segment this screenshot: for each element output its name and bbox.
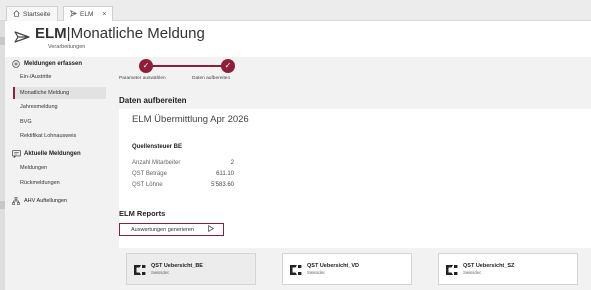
stepper: ✓ ✓ Parameter auswählen Daten aufbereite… xyxy=(106,57,591,85)
sidebar-section-erfassen[interactable]: Meldungen erfassen xyxy=(12,60,82,68)
stepper-progress-line xyxy=(145,65,227,67)
sidebar-item-ein-austritte[interactable]: Ein-/Austritte xyxy=(13,71,106,83)
row-value-qst-betraege: 611.10 xyxy=(216,171,234,177)
send-icon xyxy=(14,30,30,43)
step-1-label: Parameter auswählen xyxy=(119,76,166,81)
tab-bar: Startseite ELM × xyxy=(0,0,591,21)
section-title: Daten aufbereiten xyxy=(119,96,187,105)
sidebar-item-ahv-auftellungen[interactable]: AHV Auftellungen xyxy=(12,197,67,205)
sidebar-item-meldungen[interactable]: Meldungen xyxy=(13,162,106,174)
close-icon[interactable]: × xyxy=(102,11,106,18)
report-tile-sub: Swissdec xyxy=(151,270,170,275)
card-title: ELM Übermittlung Apr 2026 xyxy=(132,114,249,125)
send-icon xyxy=(69,9,78,19)
hierarchy-icon xyxy=(12,197,20,205)
tab-elm[interactable]: ELM × xyxy=(63,6,113,21)
card-subtitle: Quellensteuer BE xyxy=(132,144,183,150)
sidebar-item-bvg[interactable]: BVG xyxy=(13,116,106,128)
row-label-qst-loehne: QST Löhne xyxy=(132,182,163,188)
report-tile-qst-be[interactable]: QST Uebersicht_BE Swissdec xyxy=(126,253,256,285)
generate-reports-label: Auswertungen generieren xyxy=(131,226,194,233)
step-1-check-icon[interactable]: ✓ xyxy=(139,59,153,73)
sidebar-section-label: Meldungen erfassen xyxy=(24,61,83,67)
page-subtitle: Verarbeitungen xyxy=(48,44,86,50)
tab-elm-label: ELM xyxy=(80,10,94,18)
swissdec-logo-icon xyxy=(134,263,146,275)
play-icon xyxy=(208,224,215,234)
sidebar-section-aktuelle[interactable]: Aktuelle Meldungen xyxy=(12,150,81,159)
home-icon xyxy=(13,9,20,19)
message-icon xyxy=(12,150,21,159)
report-tile-name: QST Uebersicht_SZ xyxy=(463,263,515,269)
reports-title: ELM Reports xyxy=(119,209,166,218)
report-tile-name: QST Uebersicht_BE xyxy=(151,263,203,269)
generate-reports-button[interactable]: Auswertungen generieren xyxy=(119,223,224,236)
app-header: ELM|Monatliche Meldung Verarbeitungen xyxy=(5,21,591,57)
tab-startseite[interactable]: Startseite xyxy=(6,6,58,21)
sidebar: Meldungen erfassen Ein-/Austritte Monatl… xyxy=(5,57,106,290)
report-tile-sub: Swissdec xyxy=(307,270,326,275)
report-tile-qst-sz[interactable]: QST Uebersicht_SZ Swissdec xyxy=(438,253,578,285)
sidebar-item-jahresmeldung[interactable]: Jahresmeldung xyxy=(13,101,106,113)
plus-circle-icon xyxy=(12,60,20,68)
page-title-bold: ELM xyxy=(35,25,67,42)
row-label-qst-betraege: QST Beträge xyxy=(132,171,167,177)
row-value-qst-loehne: 5'583.60 xyxy=(211,182,234,188)
sidebar-item-monatliche-meldung[interactable]: Monatliche Meldung xyxy=(13,87,106,99)
page-title-rest: Monatliche Meldung xyxy=(70,25,205,42)
page-title: ELM|Monatliche Meldung xyxy=(35,25,205,42)
row-value-anzahl-mitarbeiter: 2 xyxy=(230,160,234,166)
report-tile-sub: Swissdec xyxy=(463,270,482,275)
sidebar-item-rektifikat-lohnausweis[interactable]: Rektifikat Lohnausweis xyxy=(13,130,106,142)
swissdec-logo-icon xyxy=(446,263,458,275)
step-2-check-icon[interactable]: ✓ xyxy=(221,59,235,73)
row-label-anzahl-mitarbeiter: Anzahl Mitarbeiter xyxy=(132,160,181,166)
swissdec-logo-icon xyxy=(290,263,302,275)
tab-startseite-label: Startseite xyxy=(23,10,51,18)
sidebar-section-label: Aktuelle Meldungen xyxy=(24,151,81,157)
sidebar-item-rueckmeldungen[interactable]: Rückmeldungen xyxy=(13,177,106,189)
report-tile-qst-vd[interactable]: QST Uebersicht_VD Swissdec xyxy=(282,253,412,285)
sidebar-item-label: AHV Auftellungen xyxy=(24,198,68,204)
report-tile-name: QST Uebersicht_VD xyxy=(307,263,359,269)
step-2-label: Daten aufbereiten xyxy=(192,76,231,81)
